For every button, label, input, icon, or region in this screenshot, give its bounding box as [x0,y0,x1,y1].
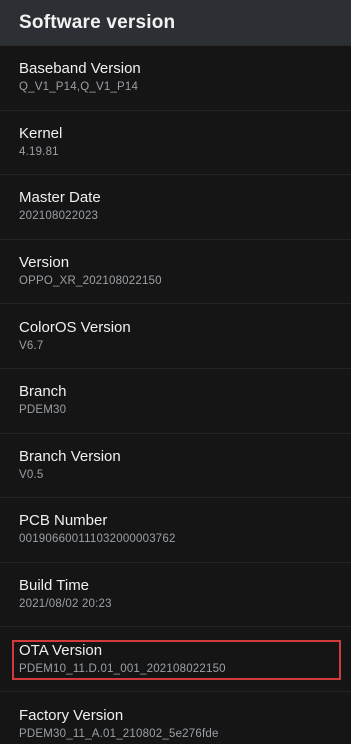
item-label: PCB Number [19,512,108,530]
item-label: Factory Version [19,706,124,724]
item-value: 4.19.81 [19,145,59,158]
item-value: V6.7 [19,339,44,352]
list-item-version[interactable]: Version OPPO_XR_202108022150 [0,240,351,305]
item-value: PDEM30_11_A.01_210802_5e276fde [19,727,219,740]
list-item-baseband-version[interactable]: Baseband Version Q_V1_P14,Q_V1_P14 [0,46,351,111]
list-item-master-date[interactable]: Master Date 202108022023 [0,175,351,240]
item-value: PDEM10_11.D.01_001_202108022150 [19,662,226,675]
list-item-pcb-number[interactable]: PCB Number 001906600111032000003762 [0,498,351,563]
item-value: 2021/08/02 20:23 [19,598,112,611]
item-value: 202108022023 [19,210,99,223]
list-item-ota-version[interactable]: OTA Version PDEM10_11.D.01_001_202108022… [0,627,351,692]
item-label: ColorOS Version [19,318,131,336]
item-value: PDEM30 [19,404,67,417]
item-label: Build Time [19,577,90,595]
item-value: OPPO_XR_202108022150 [19,275,162,288]
software-info-list[interactable]: Baseband Version Q_V1_P14,Q_V1_P14 Kerne… [0,46,351,744]
item-value: Q_V1_P14,Q_V1_P14 [19,81,139,94]
item-label: Master Date [19,189,101,207]
list-item-kernel[interactable]: Kernel 4.19.81 [0,111,351,176]
page-title: Software version [19,11,176,33]
software-version-screen: Software version Baseband Version Q_V1_P… [0,0,351,744]
list-item-coloros-version[interactable]: ColorOS Version V6.7 [0,304,351,369]
item-value: 001906600111032000003762 [19,533,176,546]
item-label: Branch Version [19,447,121,465]
item-label: OTA Version [19,641,103,659]
list-item-factory-version[interactable]: Factory Version PDEM30_11_A.01_210802_5e… [0,692,351,744]
item-label: Baseband Version [19,60,141,78]
list-item-branch[interactable]: Branch PDEM30 [0,369,351,434]
top-bar: Software version [0,0,351,46]
item-label: Branch [19,383,67,401]
list-item-branch-version[interactable]: Branch Version V0.5 [0,434,351,499]
item-label: Version [19,254,70,272]
item-value: V0.5 [19,468,44,481]
item-label: Kernel [19,124,63,142]
list-item-build-time[interactable]: Build Time 2021/08/02 20:23 [0,563,351,628]
